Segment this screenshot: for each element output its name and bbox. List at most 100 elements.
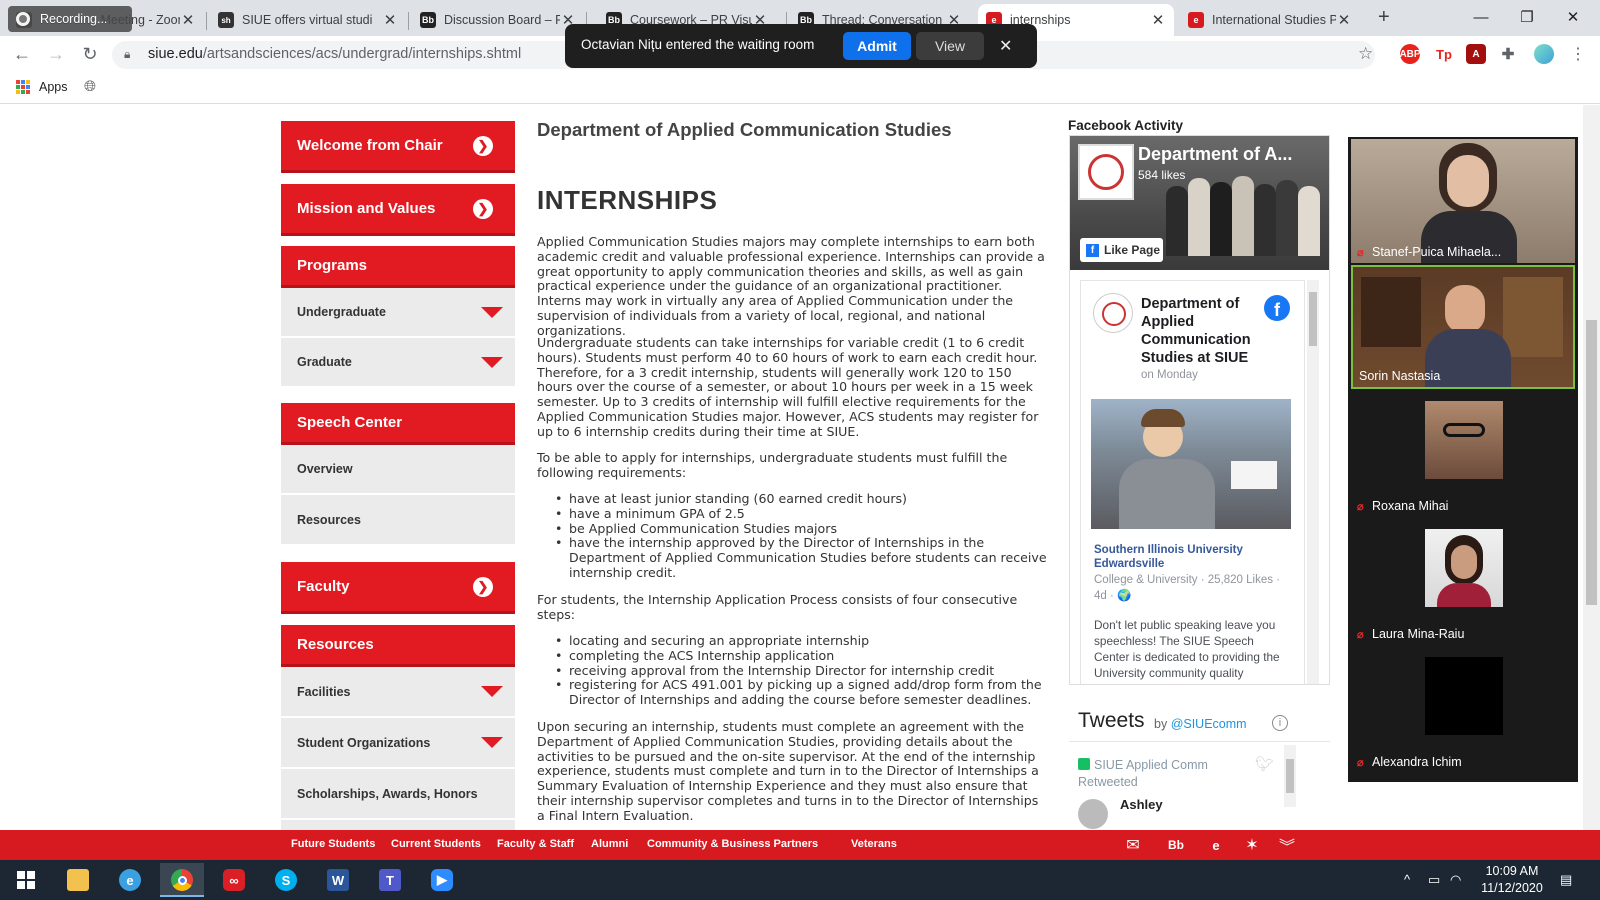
new-tab-button[interactable]: + bbox=[1378, 6, 1390, 29]
credit-paragraph: Undergraduate students can take internsh… bbox=[537, 335, 1039, 439]
sidebar-faculty[interactable]: Faculty ❯ bbox=[281, 562, 515, 614]
facebook-likes: 584 likes bbox=[1138, 168, 1186, 182]
avatar[interactable] bbox=[1078, 799, 1108, 829]
taskbar-creative-cloud[interactable]: ∞ bbox=[212, 863, 256, 897]
tab-siue-virtual[interactable]: sh SIUE offers virtual studi ✕ bbox=[210, 4, 406, 36]
extensions-icon[interactable]: ✚ bbox=[1498, 44, 1518, 64]
facebook-widget: Department of A... 584 likes f Like Page… bbox=[1069, 135, 1330, 685]
participant-tile[interactable]: ⌀ Alexandra Ichim bbox=[1351, 649, 1575, 773]
sidebar-facilities[interactable]: Facilities bbox=[281, 667, 515, 718]
tab-international-studies[interactable]: e International Studies P ✕ bbox=[1180, 4, 1360, 36]
participant-tile[interactable]: ⌀ Stanef-Puica Mihaela... bbox=[1351, 139, 1575, 263]
participant-name: ⌀ Laura Mina-Raiu bbox=[1357, 627, 1465, 641]
close-icon[interactable]: ✕ bbox=[999, 36, 1012, 56]
post-author-name[interactable]: Department of Applied Communication Stud… bbox=[1141, 295, 1271, 367]
battery-icon[interactable]: ▭ bbox=[1428, 872, 1440, 888]
participant-tile[interactable]: ⌀ Roxana Mihai bbox=[1351, 393, 1575, 517]
twitter-handle-link[interactable]: @SIUEcomm bbox=[1171, 717, 1247, 731]
avatar bbox=[1425, 529, 1503, 607]
bookmark-apps[interactable]: Apps bbox=[39, 80, 68, 94]
department-logo[interactable] bbox=[1078, 144, 1134, 200]
globe-icon[interactable]: 🌐︎ bbox=[84, 78, 96, 95]
retweet-notice: SIUE Applied Comm Retweeted bbox=[1078, 758, 1208, 789]
post-timestamp[interactable]: on Monday bbox=[1141, 369, 1198, 381]
mail-icon[interactable]: ✉ bbox=[1122, 835, 1144, 855]
taskbar-word[interactable]: W bbox=[316, 863, 360, 897]
twitter-scrollbar[interactable] bbox=[1284, 745, 1296, 807]
tweet-author[interactable]: Ashley bbox=[1120, 797, 1163, 812]
arrow-right-icon: ❯ bbox=[473, 198, 493, 219]
record-icon bbox=[16, 12, 30, 26]
taskbar-teams[interactable]: T bbox=[368, 863, 412, 897]
list-item: locating and securing an appropriate int… bbox=[537, 633, 1047, 649]
shared-page-meta: College & University · 25,820 Likes · 4d… bbox=[1094, 574, 1280, 602]
forward-icon[interactable]: → bbox=[44, 42, 68, 66]
blackboard-icon[interactable]: Bb bbox=[1165, 835, 1187, 855]
post-author-avatar[interactable] bbox=[1093, 293, 1133, 333]
wifi-icon[interactable]: ◠ bbox=[1450, 872, 1461, 888]
tp-extension-icon[interactable]: Tp bbox=[1434, 44, 1454, 64]
participant-tile-active-speaker[interactable]: Sorin Nastasia bbox=[1351, 265, 1575, 389]
menu-icon[interactable]: ⋮ bbox=[1570, 44, 1586, 64]
sidebar-graduate[interactable]: Graduate bbox=[281, 338, 515, 388]
taskbar-skype[interactable]: S bbox=[264, 863, 308, 897]
view-button[interactable]: View bbox=[916, 32, 984, 60]
like-page-button[interactable]: f Like Page bbox=[1080, 238, 1163, 262]
tab-discussion-board[interactable]: Bb Discussion Board – PR ✕ bbox=[412, 4, 584, 36]
star-icon[interactable]: ✶ bbox=[1241, 835, 1263, 855]
close-icon[interactable]: ✕ bbox=[1150, 11, 1166, 29]
url-text[interactable]: siue.edu/artsandsciences/acs/undergrad/i… bbox=[148, 46, 521, 62]
bookmarks-bar: Apps 🌐︎ bbox=[0, 72, 1600, 104]
footer-link-alumni[interactable]: Alumni bbox=[591, 838, 628, 850]
notifications-icon[interactable]: ▤ bbox=[1560, 872, 1572, 888]
facebook-logo-icon[interactable]: f bbox=[1264, 295, 1290, 321]
system-clock[interactable]: 10:09 AM 11/12/2020 bbox=[1472, 863, 1552, 897]
page-scrollbar[interactable] bbox=[1583, 105, 1600, 830]
close-icon[interactable]: ✕ bbox=[180, 11, 196, 29]
back-icon[interactable]: ← bbox=[10, 42, 34, 66]
facebook-scrollbar[interactable] bbox=[1307, 280, 1319, 684]
adblock-icon[interactable]: ABP bbox=[1399, 44, 1421, 64]
minimize-button[interactable]: — bbox=[1458, 0, 1504, 34]
admit-button[interactable]: Admit bbox=[843, 32, 911, 60]
cougarnet-icon[interactable]: e bbox=[1205, 835, 1227, 855]
profile-avatar[interactable] bbox=[1534, 44, 1554, 64]
taskbar-chrome[interactable] bbox=[160, 863, 204, 897]
post-photo[interactable] bbox=[1091, 399, 1291, 529]
taskbar-file-explorer[interactable] bbox=[56, 863, 100, 897]
sidebar-welcome[interactable]: Welcome from Chair ❯ bbox=[281, 121, 515, 173]
footer-link-community[interactable]: Community & Business Partners bbox=[647, 838, 818, 850]
footer-link-current-students[interactable]: Current Students bbox=[391, 838, 481, 850]
maximize-button[interactable]: ❐ bbox=[1504, 0, 1550, 34]
start-button[interactable] bbox=[4, 863, 48, 897]
close-icon[interactable]: ✕ bbox=[1336, 11, 1352, 29]
pdf-icon[interactable]: A bbox=[1466, 44, 1486, 64]
participant-tile[interactable]: ⌀ Laura Mina-Raiu bbox=[1351, 521, 1575, 645]
window-close-button[interactable]: ✕ bbox=[1550, 0, 1596, 34]
mic-muted-icon: ⌀ bbox=[1357, 757, 1364, 769]
sidebar-mission[interactable]: Mission and Values ❯ bbox=[281, 184, 515, 236]
sidebar-speech-center[interactable]: Speech Center bbox=[281, 403, 515, 445]
footer-link-future-students[interactable]: Future Students bbox=[291, 838, 375, 850]
close-icon[interactable]: ✕ bbox=[382, 11, 398, 29]
footer-link-faculty-staff[interactable]: Faculty & Staff bbox=[497, 838, 574, 850]
sidebar-programs[interactable]: Programs bbox=[281, 246, 515, 288]
sidebar-speech-resources[interactable]: Resources bbox=[281, 495, 515, 546]
chevrons-down-icon[interactable]: ︾ bbox=[1276, 835, 1298, 856]
taskbar-zoom[interactable]: ▶ bbox=[420, 863, 464, 897]
sidebar-next-item[interactable] bbox=[281, 820, 515, 830]
shared-page-name[interactable]: Southern Illinois University Edwardsvill… bbox=[1094, 543, 1264, 571]
sidebar-resources[interactable]: Resources bbox=[281, 625, 515, 667]
facebook-page-name[interactable]: Department of A... bbox=[1138, 144, 1292, 165]
zoom-gallery-panel: ⌀ Stanef-Puica Mihaela... Sorin Nastasia … bbox=[1348, 137, 1578, 782]
sidebar-student-organizations[interactable]: Student Organizations bbox=[281, 718, 515, 769]
taskbar-internet-explorer[interactable]: e bbox=[108, 863, 152, 897]
star-icon[interactable]: ☆ bbox=[1358, 44, 1373, 64]
info-icon[interactable]: i bbox=[1272, 715, 1288, 731]
sidebar-overview[interactable]: Overview bbox=[281, 445, 515, 495]
sidebar-scholarships[interactable]: Scholarships, Awards, Honors bbox=[281, 769, 515, 820]
chevron-up-icon[interactable]: ^ bbox=[1404, 872, 1410, 887]
sidebar-undergraduate[interactable]: Undergraduate bbox=[281, 288, 515, 338]
reload-icon[interactable]: ↻ bbox=[78, 42, 102, 66]
footer-link-veterans[interactable]: Veterans bbox=[851, 838, 897, 850]
